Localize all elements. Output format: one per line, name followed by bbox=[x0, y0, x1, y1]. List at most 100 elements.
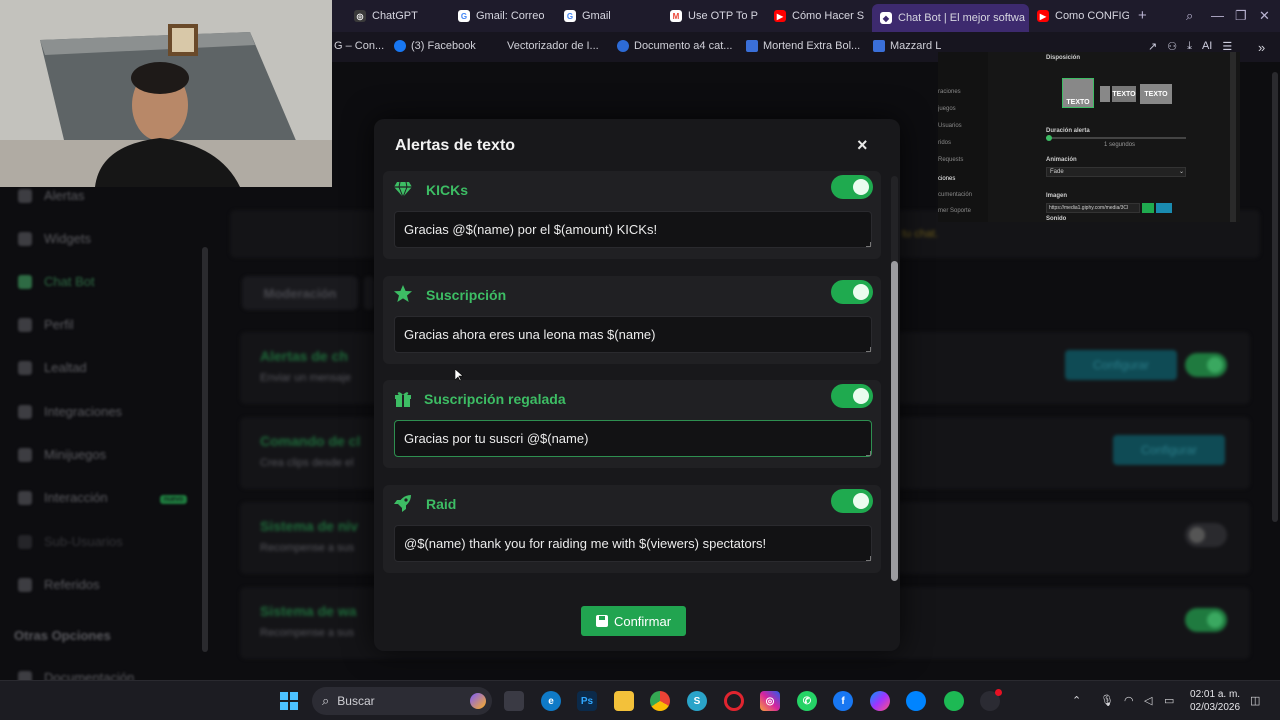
bookmark-item[interactable]: G – Con... bbox=[334, 40, 384, 52]
app-icon[interactable]: S bbox=[687, 691, 707, 711]
bookmark-mortend[interactable]: Mortend Extra Bol... bbox=[746, 40, 860, 52]
alert-message-input[interactable]: Gracias ahora eres una leona mas $(name) bbox=[394, 316, 872, 353]
section-toggle[interactable] bbox=[1185, 523, 1227, 547]
tab-moderacion[interactable]: Moderación bbox=[242, 276, 358, 310]
configure-button[interactable]: Configurar bbox=[1065, 350, 1177, 380]
new-tab-button[interactable]: + bbox=[1138, 7, 1147, 24]
sidebar-scrollbar[interactable] bbox=[202, 247, 208, 652]
scrollbar-thumb[interactable] bbox=[891, 261, 898, 581]
minimize-icon[interactable]: — bbox=[1211, 8, 1224, 23]
sidebar-item-perfil[interactable]: Perfil bbox=[18, 317, 74, 332]
sidebar-item-widgets[interactable]: Widgets bbox=[18, 231, 91, 246]
alert-card-suscripcion-regalada: Suscripción regalada Gracias por tu susc… bbox=[383, 380, 881, 468]
search-placeholder: Buscar bbox=[337, 694, 375, 708]
spotify-icon[interactable] bbox=[944, 691, 964, 711]
gift-icon bbox=[395, 392, 411, 407]
tab-use-otp[interactable]: M Use OTP To P bbox=[670, 4, 765, 28]
modal-scrollbar[interactable] bbox=[891, 176, 898, 581]
resize-handle[interactable] bbox=[866, 556, 871, 561]
instagram-icon[interactable]: ◎ bbox=[760, 691, 780, 711]
taskbar-clock[interactable]: 02:01 a. m. 02/03/2026 bbox=[1190, 688, 1240, 714]
slider-thumb[interactable] bbox=[1046, 135, 1052, 141]
messenger-icon-2[interactable] bbox=[906, 691, 926, 711]
bookmark-facebook[interactable]: (3) Facebook bbox=[394, 40, 476, 52]
layout-option-text-center[interactable]: TEXTO bbox=[1112, 86, 1136, 102]
photoshop-icon[interactable]: Ps bbox=[577, 691, 597, 711]
file-explorer-icon[interactable] bbox=[614, 691, 634, 711]
notification-bell-icon[interactable]: ◫ bbox=[1250, 694, 1260, 707]
configure-button[interactable]: Configurar bbox=[1113, 435, 1225, 465]
sidebar-item-referidos[interactable]: Referidos bbox=[18, 577, 100, 592]
layout-option-image-top[interactable]: TEXTO bbox=[1062, 78, 1094, 108]
tab-gmail[interactable]: G Gmail bbox=[564, 4, 664, 28]
resize-handle[interactable] bbox=[866, 451, 871, 456]
app-settings-icon[interactable] bbox=[980, 689, 1002, 711]
preview-sound-label: Sonido bbox=[1046, 216, 1067, 222]
close-icon[interactable]: × bbox=[857, 135, 868, 156]
sidebar-item-interaccion[interactable]: Interacción bbox=[18, 490, 108, 505]
messenger-icon[interactable] bbox=[870, 691, 890, 711]
wifi-icon[interactable]: ◠ bbox=[1124, 694, 1134, 707]
resize-handle[interactable] bbox=[866, 242, 871, 247]
page-scrollbar[interactable] bbox=[1272, 72, 1278, 522]
image-url-input[interactable]: https://media1.giphy.com/media/3Cl bbox=[1046, 203, 1140, 213]
bookmark-mazzard[interactable]: Mazzard L bbox=[873, 40, 941, 52]
rocket-icon bbox=[394, 495, 411, 512]
task-view-icon[interactable] bbox=[504, 691, 524, 711]
sidebar-item-lealtad[interactable]: Lealtad bbox=[18, 360, 87, 375]
alert-toggle[interactable] bbox=[831, 280, 873, 304]
tab-other[interactable] bbox=[364, 276, 374, 310]
confirm-button[interactable]: Confirmar bbox=[581, 606, 686, 636]
whatsapp-icon[interactable]: ✆ bbox=[797, 691, 817, 711]
layout-option-text-over[interactable]: TEXTO bbox=[1140, 84, 1172, 104]
resize-handle[interactable] bbox=[866, 347, 871, 352]
alert-toggle[interactable] bbox=[831, 489, 873, 513]
sidebar-item-chat-bot[interactable]: Chat Bot bbox=[18, 274, 95, 289]
search-tabs-icon[interactable]: ⌕ bbox=[1186, 8, 1193, 24]
layout-option-image-left[interactable] bbox=[1100, 86, 1110, 102]
animation-select[interactable]: Fade ⌄ bbox=[1046, 167, 1186, 177]
more-bookmarks-icon[interactable]: » bbox=[1258, 40, 1265, 55]
sidebar-item-alertas[interactable]: Alertas bbox=[18, 188, 84, 203]
modal-title: Alertas de texto bbox=[395, 137, 516, 154]
microphone-icon[interactable]: 🎙︎ bbox=[1100, 694, 1114, 707]
section-title: Comando de cl bbox=[260, 433, 361, 449]
bookmark-vectorizador[interactable]: Vectorizador de I... bbox=[507, 40, 599, 52]
section-toggle[interactable] bbox=[1185, 608, 1227, 632]
tab-como-config[interactable]: ▶ Como CONFIG bbox=[1037, 4, 1129, 28]
bookmark-label: Vectorizador de I... bbox=[507, 40, 599, 52]
chevron-up-icon[interactable]: ⌃ bbox=[1072, 694, 1081, 707]
alert-message-input[interactable]: Gracias por tu suscri @$(name) bbox=[394, 420, 872, 457]
webcam-image bbox=[0, 0, 332, 187]
opera-icon[interactable] bbox=[724, 691, 744, 711]
sidebar-item-minijuegos[interactable]: Minijuegos bbox=[18, 447, 106, 462]
edge-icon[interactable]: e bbox=[541, 691, 561, 711]
alert-toggle[interactable] bbox=[831, 384, 873, 408]
battery-icon[interactable]: ▭ bbox=[1164, 694, 1174, 707]
facebook-icon[interactable]: f bbox=[833, 691, 853, 711]
bookmark-documento[interactable]: Documento a4 cat... bbox=[617, 40, 732, 52]
tab-chatgpt[interactable]: ◎ ChatGPT bbox=[354, 4, 454, 28]
alert-message-input[interactable]: Gracias @$(name) por el $(amount) KICKs! bbox=[394, 211, 872, 248]
button-label: Configurar bbox=[1092, 358, 1150, 372]
restore-icon[interactable]: ❐ bbox=[1235, 8, 1247, 24]
preview-scrollbar[interactable] bbox=[1230, 52, 1236, 222]
close-window-icon[interactable]: ✕ bbox=[1259, 8, 1270, 24]
tab-chat-bot[interactable]: ◆Chat Bot | El mejor softwa× bbox=[872, 4, 1029, 32]
refresh-button[interactable] bbox=[1156, 203, 1172, 213]
sidebar-item-sub-usuarios[interactable]: Sub-Usuarios bbox=[18, 534, 123, 549]
tab-gmail-correo[interactable]: G Gmail: Correo bbox=[458, 4, 558, 28]
taskbar-search[interactable]: ⌕ Buscar bbox=[312, 687, 492, 715]
text-alerts-modal: Alertas de texto × KICKs Gracias @$(name… bbox=[374, 119, 900, 651]
alert-toggle[interactable] bbox=[831, 175, 873, 199]
upload-button[interactable] bbox=[1142, 203, 1154, 213]
alert-message-input[interactable]: @$(name) thank you for raiding me with $… bbox=[394, 525, 872, 562]
clock-date: 02/03/2026 bbox=[1190, 702, 1241, 713]
duration-slider[interactable] bbox=[1046, 135, 1186, 141]
section-toggle[interactable] bbox=[1185, 353, 1227, 377]
windows-start-icon[interactable] bbox=[279, 691, 299, 711]
tab-como-hacer[interactable]: ▶ Cómo Hacer S bbox=[774, 4, 866, 28]
volume-icon[interactable]: ◁ bbox=[1144, 694, 1152, 707]
sidebar-item-integraciones[interactable]: Integraciones bbox=[18, 404, 122, 419]
chrome-icon[interactable] bbox=[650, 691, 670, 711]
